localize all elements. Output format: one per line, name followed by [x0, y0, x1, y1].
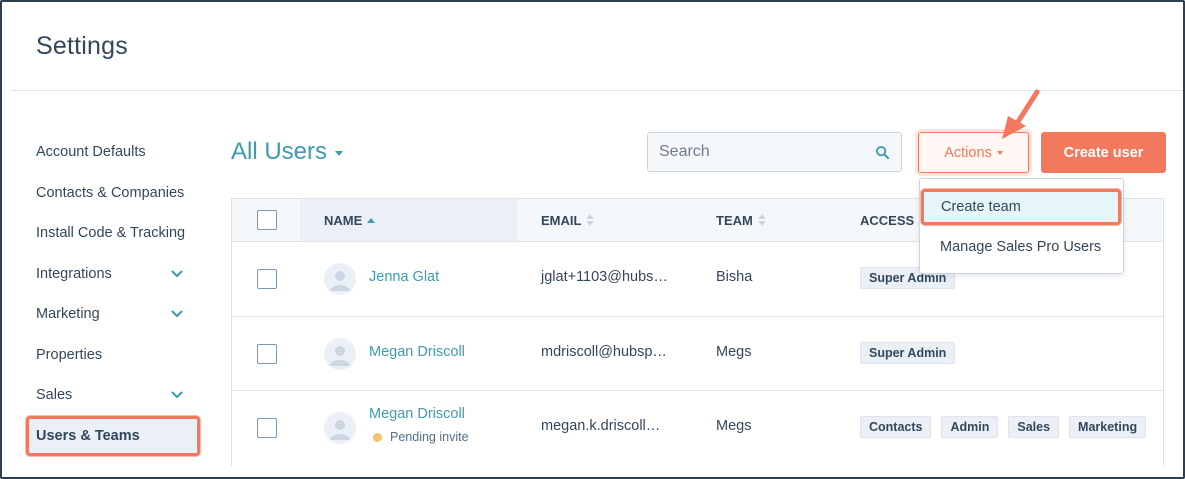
row-checkbox[interactable] [257, 418, 277, 438]
annotation-arrow-icon [1002, 89, 1040, 139]
select-all-checkbox[interactable] [257, 210, 277, 230]
caret-down-icon [996, 150, 1003, 155]
menu-item-create-team[interactable]: Create team [921, 189, 1121, 225]
actions-dropdown-menu: Create team Manage Sales Pro Users [919, 178, 1124, 274]
user-placeholder-icon [330, 420, 350, 440]
column-header-label: EMAIL [541, 212, 582, 228]
settings-sidebar: Account Defaults Contacts & Companies In… [26, 132, 200, 456]
pending-invite-status: Pending invite [373, 430, 469, 444]
sidebar-item-properties[interactable]: Properties [26, 335, 200, 376]
chevron-down-icon[interactable] [170, 307, 184, 321]
sidebar-item-contacts-companies[interactable]: Contacts & Companies [26, 173, 200, 214]
sort-ascending-icon [367, 217, 376, 223]
search-input[interactable] [648, 133, 901, 171]
column-header-email[interactable]: EMAIL [541, 199, 595, 241]
actions-button-label: Actions [944, 144, 992, 161]
view-selector-label: All Users [231, 138, 328, 165]
access-badge: Sales [1008, 416, 1060, 438]
sidebar-item-label: Contacts & Companies [36, 184, 185, 201]
access-badge: Contacts [860, 416, 932, 438]
avatar [324, 337, 356, 370]
column-header-label: ACCESS [860, 212, 915, 228]
row-checkbox[interactable] [257, 343, 277, 364]
user-name-link[interactable]: Megan Driscoll [369, 344, 465, 360]
sidebar-item-label: Integrations [36, 265, 112, 282]
user-name-link[interactable]: Jenna Glat [369, 269, 439, 285]
access-badge: Super Admin [860, 341, 956, 364]
table-row: Megan Driscoll mdriscoll@hubsp… Megs Sup… [231, 316, 1164, 391]
view-selector[interactable]: All Users [231, 138, 344, 166]
search-box [647, 132, 902, 172]
create-user-button[interactable]: Create user [1041, 132, 1166, 173]
access-badge: Admin [941, 416, 999, 438]
user-email: mdriscoll@hubsp… [541, 343, 667, 360]
chevron-down-icon[interactable] [170, 388, 184, 402]
sidebar-item-integrations[interactable]: Integrations [26, 254, 200, 295]
sidebar-item-sales[interactable]: Sales [26, 375, 200, 416]
column-header-name[interactable]: NAME [300, 199, 518, 241]
access-badges: Contacts Admin Sales Marketing [860, 416, 1147, 438]
sidebar-item-account-defaults[interactable]: Account Defaults [26, 132, 200, 173]
avatar [324, 412, 356, 444]
user-email: jglat+1103@hubs… [541, 269, 668, 285]
sort-icon [757, 214, 766, 226]
user-team: Megs [716, 418, 752, 434]
user-team: Bisha [716, 269, 753, 285]
sidebar-item-label: Sales [36, 387, 73, 404]
sidebar-item-label: Users & Teams [36, 427, 140, 444]
user-name-link[interactable]: Megan Driscoll [369, 406, 465, 422]
sidebar-item-install-code-tracking[interactable]: Install Code & Tracking [26, 213, 200, 254]
access-badge: Marketing [1069, 416, 1147, 438]
user-placeholder-icon [330, 345, 350, 366]
column-header-label: TEAM [716, 212, 753, 228]
caret-down-icon [335, 150, 344, 156]
menu-item-manage-sales-pro-users[interactable]: Manage Sales Pro Users [920, 229, 1123, 265]
sidebar-item-label: Install Code & Tracking [36, 225, 186, 242]
column-header-access[interactable]: ACCESS [860, 199, 928, 241]
sort-icon [586, 214, 595, 226]
status-dot-icon [373, 432, 382, 442]
user-email: megan.k.driscoll… [541, 418, 661, 434]
column-header-team[interactable]: TEAM [716, 199, 766, 241]
page-title: Settings [36, 32, 128, 60]
table-row: Megan Driscoll Pending invite megan.k.dr… [231, 391, 1164, 466]
sidebar-item-label: Account Defaults [36, 144, 146, 161]
settings-window: Settings Account Defaults Contacts & Com… [0, 0, 1185, 479]
search-icon[interactable] [875, 145, 890, 160]
user-placeholder-icon [330, 271, 350, 291]
user-team: Megs [716, 343, 752, 360]
sidebar-item-label: Properties [36, 346, 103, 363]
pending-invite-label: Pending invite [390, 430, 469, 444]
sidebar-item-users-teams[interactable]: Users & Teams [26, 415, 200, 456]
column-header-label: NAME [324, 212, 363, 228]
access-badges: Super Admin [860, 341, 956, 364]
row-checkbox[interactable] [257, 269, 277, 289]
chevron-down-icon[interactable] [170, 267, 184, 281]
sidebar-item-marketing[interactable]: Marketing [26, 294, 200, 335]
sidebar-item-label: Marketing [36, 306, 100, 323]
avatar [324, 263, 356, 295]
